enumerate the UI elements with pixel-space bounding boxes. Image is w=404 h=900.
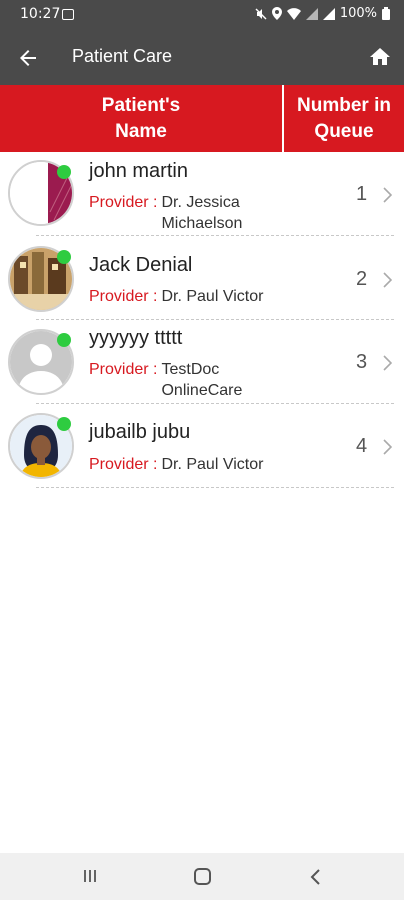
app-bar: Patient Care (0, 30, 404, 85)
provider-label: Provider : (89, 361, 158, 378)
provider-name: Dr. Paul Victor (161, 288, 264, 305)
mute-icon (255, 8, 267, 19)
battery-icon (382, 7, 390, 20)
chevron-right-icon (383, 439, 392, 455)
status-icons: 100% (255, 6, 390, 21)
patient-list: john martin Provider : Dr. Jessica Micha… (0, 152, 404, 488)
column-header-queue-number: Number in Queue (297, 94, 391, 142)
provider-name: TestDoc OnlineCare (161, 361, 243, 399)
queue-number: 1 (356, 183, 368, 205)
home-icon[interactable] (368, 45, 392, 69)
gallery-notification-icon (62, 9, 74, 20)
patient-name: john martin (89, 160, 188, 182)
queue-number: 2 (356, 268, 368, 290)
queue-number: 3 (356, 351, 368, 373)
chevron-right-icon (383, 355, 392, 371)
provider-line: Provider : Dr. Paul Victor (89, 286, 263, 307)
signal-icon-2 (322, 7, 335, 20)
patient-name: jubailb jubu (89, 421, 191, 443)
status-bar: 10:27 100% (0, 0, 404, 30)
wifi-icon (286, 7, 301, 20)
patient-row[interactable]: jubailb jubu Provider : Dr. Paul Victor … (0, 404, 404, 488)
chevron-right-icon (383, 187, 392, 203)
recent-apps-icon[interactable] (82, 869, 98, 883)
patient-name: Jack Denial (89, 254, 193, 276)
system-nav-bar (0, 853, 404, 900)
chevron-right-icon (383, 272, 392, 288)
location-icon (271, 7, 282, 20)
status-time: 10:27 (20, 6, 61, 22)
patient-row[interactable]: yyyyyy ttttt Provider : TestDoc OnlineCa… (0, 320, 404, 404)
online-status-dot (57, 250, 71, 264)
online-status-dot (57, 165, 71, 179)
system-home-icon[interactable] (194, 868, 211, 885)
column-header-patient-name: Patient's Name (101, 94, 181, 142)
provider-line: Provider : TestDoc OnlineCare (89, 359, 271, 401)
row-divider (36, 487, 394, 488)
queue-number: 4 (356, 435, 368, 457)
online-status-dot (57, 333, 71, 347)
patient-name: yyyyyy ttttt (89, 327, 183, 349)
provider-line: Provider : Dr. Jessica Michaelson (89, 192, 291, 234)
patient-row[interactable]: john martin Provider : Dr. Jessica Micha… (0, 152, 404, 236)
back-arrow-icon[interactable] (16, 46, 40, 70)
provider-line: Provider : Dr. Paul Victor (89, 454, 263, 475)
provider-label: Provider : (89, 194, 158, 211)
patient-row[interactable]: Jack Denial Provider : Dr. Paul Victor 2 (0, 236, 404, 320)
system-back-icon[interactable] (308, 868, 322, 886)
table-header: Patient's Name Number in Queue (0, 85, 404, 152)
provider-name: Dr. Paul Victor (161, 456, 264, 473)
battery-percent: 100% (339, 6, 377, 21)
page-title: Patient Care (72, 46, 173, 66)
provider-name: Dr. Jessica Michaelson (161, 194, 243, 232)
provider-label: Provider : (89, 456, 158, 473)
online-status-dot (57, 417, 71, 431)
provider-label: Provider : (89, 288, 158, 305)
signal-icon (305, 7, 318, 20)
